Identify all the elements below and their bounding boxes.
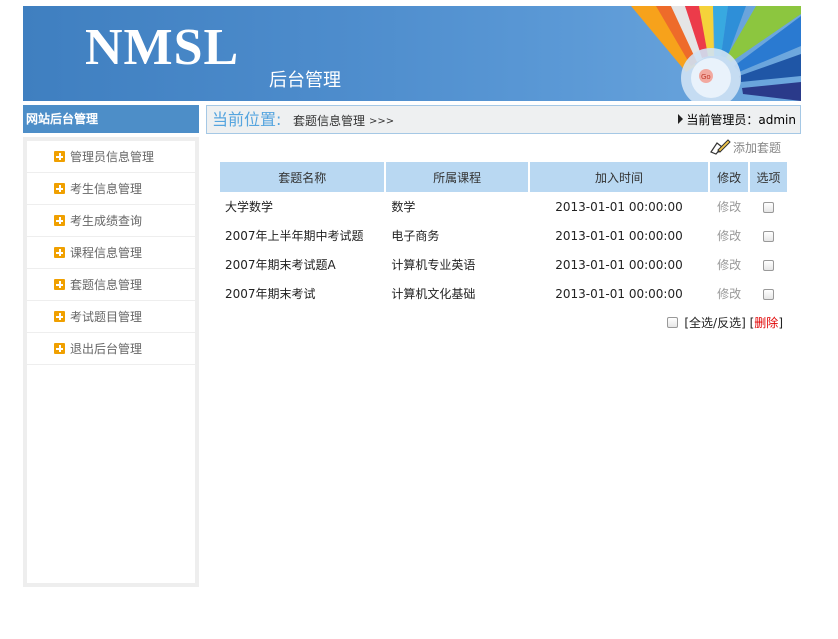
sidebar-item-course-info[interactable]: 课程信息管理 [27, 237, 195, 269]
table-row: 大学数学 数学 2013-01-01 00:00:00 修改 [220, 192, 787, 221]
delete-bracket-close: ] [778, 316, 783, 330]
column-header-time: 加入时间 [529, 162, 709, 192]
select-all-link[interactable]: [全选/反选] [684, 316, 745, 330]
bulk-actions: [全选/反选] [删除] [667, 314, 783, 332]
sidebar-item-label: 考试题目管理 [70, 310, 143, 324]
row-checkbox[interactable] [763, 201, 775, 213]
pencils-illustration-icon: Go [631, 6, 801, 101]
plus-icon [54, 215, 65, 226]
sidebar-item-label: 管理员信息管理 [70, 150, 155, 164]
sidebar-item-label: 课程信息管理 [70, 246, 143, 260]
sidebar-item-paperset-info[interactable]: 套题信息管理 [27, 269, 195, 301]
row-select-cell [750, 250, 787, 279]
cell-name: 2007年期末考试题A [225, 258, 336, 272]
pencil-note-icon [710, 139, 731, 155]
cell-time: 2013-01-01 00:00:00 [555, 199, 683, 214]
edit-link[interactable]: 修改 [710, 192, 748, 221]
plus-icon [54, 151, 65, 162]
cell-course: 数学 [391, 200, 416, 214]
delete-link[interactable]: 删除 [754, 316, 778, 330]
brand-logo-text: NMSL [85, 19, 240, 76]
edit-link[interactable]: 修改 [710, 250, 748, 279]
sidebar-title: 网站后台管理 [23, 105, 199, 133]
plus-icon [54, 279, 65, 290]
table-header-row: 套题名称 所属课程 加入时间 修改 选项 [220, 162, 787, 192]
sidebar-item-score-query[interactable]: 考生成绩查询 [27, 205, 195, 237]
row-select-cell [750, 221, 787, 250]
column-header-course: 所属课程 [386, 162, 528, 192]
cell-name: 2007年期末考试 [225, 287, 316, 301]
column-header-name: 套题名称 [220, 162, 385, 192]
row-checkbox[interactable] [763, 230, 775, 242]
row-checkbox[interactable] [763, 259, 775, 271]
brand-subtitle: 后台管理 [269, 70, 341, 91]
cell-time: 2013-01-01 00:00:00 [555, 286, 683, 301]
plus-icon [54, 183, 65, 194]
cell-time: 2013-01-01 00:00:00 [555, 228, 683, 243]
sidebar-item-label: 考生成绩查询 [70, 214, 143, 228]
triangle-right-icon [678, 114, 684, 124]
location-arrows: >>> [369, 116, 395, 127]
row-checkbox[interactable] [763, 288, 775, 300]
add-paperset-label: 添加套题 [732, 141, 781, 155]
location-label: 当前位置: [212, 110, 282, 129]
cell-course: 计算机文化基础 [391, 287, 476, 301]
row-select-cell [750, 279, 787, 308]
plus-icon [54, 311, 65, 322]
table-row: 2007年期末考试 计算机文化基础 2013-01-01 00:00:00 修改 [220, 279, 787, 308]
current-admin: 当前管理员：admin [678, 112, 796, 128]
breadcrumb: 当前位置: 套题信息管理 >>> 当前管理员：admin [206, 105, 801, 134]
paperset-table: 套题名称 所属课程 加入时间 修改 选项 大学数学 数学 2013-01-01 … [218, 162, 789, 308]
go-label[interactable]: Go [701, 73, 711, 81]
sidebar-item-admin-info[interactable]: 管理员信息管理 [27, 141, 195, 173]
table-row: 2007年期末考试题A 计算机专业英语 2013-01-01 00:00:00 … [220, 250, 787, 279]
add-paperset-button[interactable]: 添加套题 [709, 138, 781, 158]
plus-icon [54, 343, 65, 354]
cell-course: 计算机专业英语 [391, 258, 476, 272]
sidebar-item-logout[interactable]: 退出后台管理 [27, 333, 195, 365]
plus-icon [54, 247, 65, 258]
header-banner: NMSL 后台管理 Go [23, 6, 801, 101]
sidebar-nav: 管理员信息管理 考生信息管理 考生成绩查询 课程信息管理 套题信息管理 考试题目… [23, 137, 199, 587]
cell-time: 2013-01-01 00:00:00 [555, 257, 683, 272]
sidebar-item-label: 退出后台管理 [70, 342, 143, 356]
sidebar-item-question-manage[interactable]: 考试题目管理 [27, 301, 195, 333]
edit-link[interactable]: 修改 [710, 279, 748, 308]
current-admin-text: 当前管理员：admin [686, 113, 796, 127]
edit-link[interactable]: 修改 [710, 221, 748, 250]
row-select-cell [750, 192, 787, 221]
sidebar-item-examinee-info[interactable]: 考生信息管理 [27, 173, 195, 205]
table-row: 2007年上半年期中考试题 电子商务 2013-01-01 00:00:00 修… [220, 221, 787, 250]
location-page: 套题信息管理 [293, 114, 366, 128]
cell-course: 电子商务 [391, 229, 440, 243]
sidebar-item-label: 考生信息管理 [70, 182, 143, 196]
column-header-select: 选项 [750, 162, 787, 192]
column-header-edit: 修改 [710, 162, 749, 192]
sidebar-item-label: 套题信息管理 [70, 278, 143, 292]
cell-name: 2007年上半年期中考试题 [225, 229, 364, 243]
select-all-checkbox[interactable] [667, 317, 679, 328]
cell-name: 大学数学 [225, 200, 274, 214]
